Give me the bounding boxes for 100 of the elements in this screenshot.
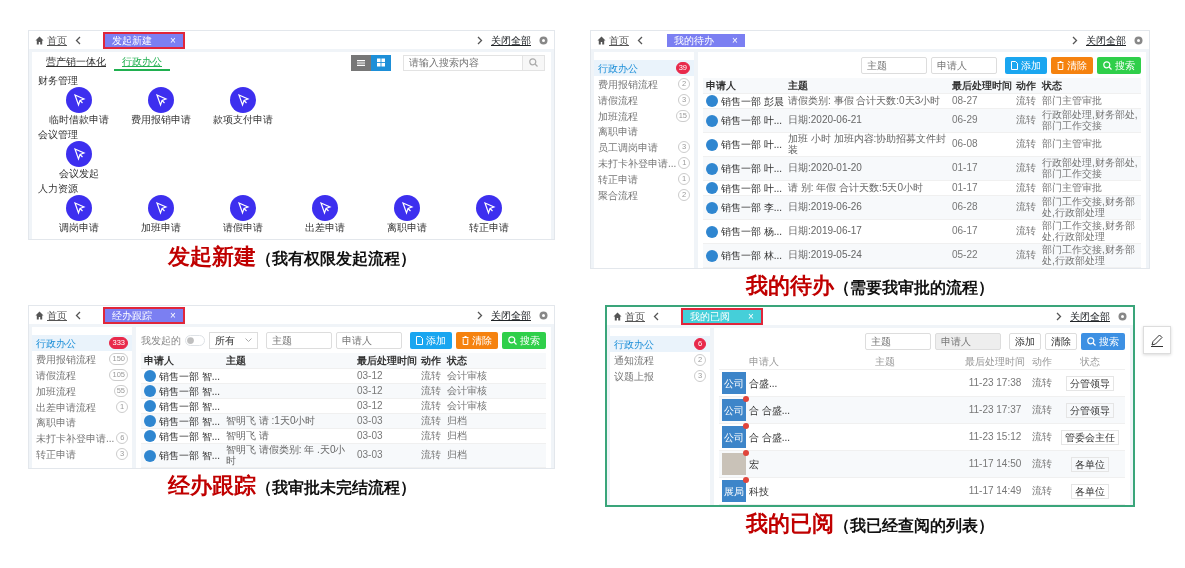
applicant-link[interactable]: 销售一部 智...	[159, 385, 221, 397]
action-text: 流转	[421, 415, 442, 427]
add-button[interactable]: 清除	[1045, 333, 1077, 351]
process-launch-button[interactable]: 款项支付申请	[210, 87, 276, 125]
column-header: 动作	[421, 355, 442, 367]
caption-title: 我的待办	[746, 274, 834, 299]
paper-plane-icon	[66, 141, 92, 167]
close-all-link[interactable]: 关闭全部	[491, 34, 531, 46]
settings-icon[interactable]	[539, 310, 548, 320]
category-tab[interactable]: 营产销一体化	[38, 54, 114, 71]
chevron-right-icon[interactable]	[477, 310, 483, 320]
home-tab[interactable]: 首页	[35, 309, 67, 321]
settings-icon[interactable]	[539, 35, 548, 45]
applicant-link[interactable]: 销售一部 叶...	[721, 115, 783, 126]
subject-text: 日期:2020-01-20	[788, 163, 863, 174]
process-launch-button[interactable]: 转正申请	[456, 195, 522, 233]
close-all-link[interactable]: 关闭全部	[491, 309, 531, 321]
process-launch-button[interactable]: 调岗申请	[46, 195, 112, 233]
column-header: 主题	[874, 356, 896, 368]
process-launch-button[interactable]: 请假申请	[210, 195, 276, 233]
applicant-link[interactable]: 销售一部 智...	[159, 430, 221, 442]
input-field[interactable]: 主题	[865, 333, 931, 351]
chevron-left-icon[interactable]	[637, 35, 643, 45]
input-field[interactable]: 主题	[861, 57, 927, 74]
input-field[interactable]: 主题	[266, 332, 332, 350]
avatar: 公司	[722, 372, 746, 395]
action-text: 流转	[1016, 163, 1037, 174]
input-field[interactable]: 申请人	[931, 57, 997, 74]
caption-title: 我的已阅	[746, 512, 834, 537]
status-text: 部门工作交接,财务部处,行政部处理	[1042, 221, 1136, 242]
chevron-left-icon[interactable]	[75, 35, 81, 45]
applicant-link[interactable]: 销售一部 智...	[159, 400, 221, 412]
close-all-link[interactable]: 关闭全部	[1070, 310, 1110, 322]
status-text: 会计审核	[447, 370, 488, 382]
filter-dropdown[interactable]: 所有	[209, 332, 258, 350]
grid-view-button[interactable]	[371, 54, 391, 71]
settings-icon[interactable]	[1134, 35, 1143, 45]
applicant-link[interactable]: 销售一部 叶...	[721, 139, 783, 150]
caption-title: 经办跟踪	[167, 474, 256, 499]
home-tab[interactable]: 首页	[597, 34, 629, 46]
caption-title: 发起新建	[167, 245, 256, 270]
search-field[interactable]: 请输入搜索内容	[403, 54, 523, 71]
group-title: 会议管理	[38, 129, 79, 140]
applicant-link[interactable]: 销售一部 智...	[159, 450, 221, 462]
time-text: 11-23 17:37	[967, 404, 1023, 416]
time-text: 03-03	[357, 430, 384, 442]
applicant-link[interactable]: 合盛...	[749, 377, 778, 389]
document-icon	[1011, 61, 1018, 70]
chevron-right-icon[interactable]	[1072, 35, 1078, 45]
sidebar-item[interactable]: 离职申请	[594, 124, 694, 139]
applicant-link[interactable]: 销售一部 李...	[721, 202, 783, 213]
applicant-link[interactable]: 合 合盛...	[749, 404, 791, 416]
process-launch-button[interactable]: 离职申请	[374, 195, 440, 233]
process-launch-button[interactable]: 出差申请	[292, 195, 358, 233]
status-text: 归档	[447, 415, 468, 427]
list-view-button[interactable]	[351, 54, 371, 71]
status-text: 部门主管审批	[1042, 139, 1103, 150]
paper-plane-icon	[66, 195, 92, 221]
action-text: 流转	[1016, 139, 1037, 150]
time-text: 03-12	[357, 385, 384, 397]
status-text: 会计审核	[447, 385, 488, 397]
applicant-link[interactable]: 销售一部 叶...	[721, 182, 783, 194]
chevron-right-icon[interactable]	[477, 35, 483, 45]
process-launch-button[interactable]: 临时借款申请	[46, 87, 112, 125]
column-header: 状态	[447, 355, 468, 367]
input-field[interactable]: 申请人	[336, 332, 402, 350]
avatar: 展局	[722, 480, 746, 503]
status-text: 部门工作交接,财务部处,行政部处理	[1042, 197, 1136, 218]
applicant-link[interactable]: 销售一部 智...	[159, 370, 221, 382]
applicant-link[interactable]: 宏	[749, 458, 759, 470]
avatar-icon	[144, 370, 156, 383]
status-tag: 管委会主任	[1061, 429, 1119, 445]
applicant-link[interactable]: 销售一部 彭晨	[721, 95, 784, 107]
avatar-icon	[706, 95, 718, 107]
chevron-left-icon[interactable]	[75, 310, 81, 320]
settings-icon[interactable]	[1118, 311, 1127, 321]
status-text: 部门主管审批	[1042, 95, 1103, 107]
edit-button[interactable]	[1143, 326, 1171, 354]
process-launch-button[interactable]: 会议发起	[46, 141, 112, 179]
close-all-link[interactable]: 关闭全部	[1086, 34, 1126, 46]
process-launch-button[interactable]: 费用报销申请	[128, 87, 194, 125]
paper-plane-icon	[66, 87, 92, 113]
applicant-link[interactable]: 销售一部 杨...	[721, 226, 783, 237]
applicant-link[interactable]: 销售一部 叶...	[721, 163, 783, 174]
tab-label: 我的待办	[674, 34, 714, 46]
sidebar-item[interactable]: 离职申请	[32, 415, 132, 431]
toggle-switch[interactable]	[185, 335, 205, 347]
applicant-link[interactable]: 科技	[749, 485, 769, 497]
home-tab[interactable]: 首页	[613, 310, 645, 322]
applicant-link[interactable]: 销售一部 林...	[721, 250, 783, 261]
applicant-link[interactable]: 销售一部 智...	[159, 415, 221, 427]
process-launch-button[interactable]: 加班申请	[128, 195, 194, 233]
add-button[interactable]: 添加	[1009, 333, 1041, 351]
chevron-left-icon[interactable]	[653, 311, 659, 321]
toggle-label: 我发起的	[141, 335, 181, 347]
home-tab[interactable]: 首页	[35, 34, 67, 46]
applicant-link[interactable]: 合 合盛...	[749, 431, 791, 443]
subject-text: 智明飞 请	[226, 430, 270, 442]
chevron-right-icon[interactable]	[1056, 311, 1062, 321]
pencil-icon	[1150, 333, 1164, 347]
